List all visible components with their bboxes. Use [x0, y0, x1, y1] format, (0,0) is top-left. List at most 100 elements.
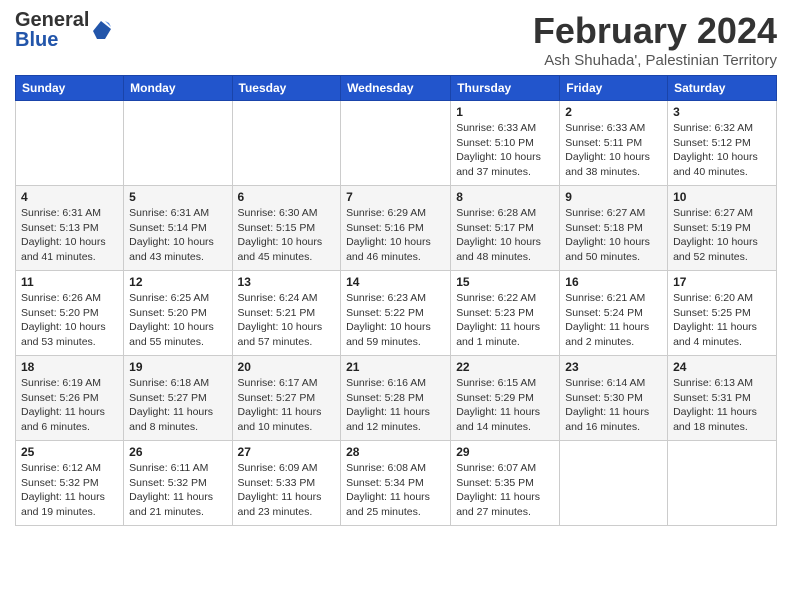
day-number: 10 [673, 190, 771, 204]
calendar-cell: 3 Sunrise: 6:32 AMSunset: 5:12 PMDaylight… [668, 101, 777, 186]
day-number: 2 [565, 105, 662, 119]
day-info: Sunrise: 6:17 AMSunset: 5:27 PMDaylight:… [238, 376, 336, 435]
calendar-cell: 17 Sunrise: 6:20 AMSunset: 5:25 PMDayligh… [668, 271, 777, 356]
calendar-cell: 1 Sunrise: 6:33 AMSunset: 5:10 PMDaylight… [451, 101, 560, 186]
day-info: Sunrise: 6:14 AMSunset: 5:30 PMDaylight:… [565, 376, 662, 435]
day-info: Sunrise: 6:19 AMSunset: 5:26 PMDaylight:… [21, 376, 118, 435]
day-number: 13 [238, 275, 336, 289]
day-info: Sunrise: 6:20 AMSunset: 5:25 PMDaylight:… [673, 291, 771, 350]
calendar-cell: 8 Sunrise: 6:28 AMSunset: 5:17 PMDaylight… [451, 186, 560, 271]
calendar-cell: 10 Sunrise: 6:27 AMSunset: 5:19 PMDayligh… [668, 186, 777, 271]
day-number: 9 [565, 190, 662, 204]
day-number: 25 [21, 445, 118, 459]
calendar-cell: 13 Sunrise: 6:24 AMSunset: 5:21 PMDayligh… [232, 271, 341, 356]
day-info: Sunrise: 6:27 AMSunset: 5:18 PMDaylight:… [565, 206, 662, 265]
day-number: 24 [673, 360, 771, 374]
day-info: Sunrise: 6:23 AMSunset: 5:22 PMDaylight:… [346, 291, 445, 350]
weekday-header-monday: Monday [124, 76, 232, 101]
day-number: 5 [129, 190, 226, 204]
calendar-cell: 14Sunrise: 6:23 AMSunset: 5:22 PMDayligh… [341, 271, 451, 356]
calendar-cell: 16 Sunrise: 6:21 AMSunset: 5:24 PMDayligh… [560, 271, 668, 356]
calendar-cell: 4 Sunrise: 6:31 AMSunset: 5:13 PMDaylight… [16, 186, 124, 271]
day-number: 3 [673, 105, 771, 119]
day-number: 18 [21, 360, 118, 374]
day-info: Sunrise: 6:26 AMSunset: 5:20 PMDaylight:… [21, 291, 118, 350]
calendar-cell: 11 Sunrise: 6:26 AMSunset: 5:20 PMDayligh… [16, 271, 124, 356]
calendar-cell [341, 101, 451, 186]
day-info: Sunrise: 6:08 AMSunset: 5:34 PMDaylight:… [346, 461, 445, 520]
day-number: 16 [565, 275, 662, 289]
logo-blue: Blue [15, 30, 89, 50]
day-info: Sunrise: 6:16 AMSunset: 5:28 PMDaylight:… [346, 376, 445, 435]
day-info: Sunrise: 6:28 AMSunset: 5:17 PMDaylight:… [456, 206, 554, 265]
weekday-header-friday: Friday [560, 76, 668, 101]
day-number: 17 [673, 275, 771, 289]
logo-general: General [15, 10, 89, 30]
day-number: 15 [456, 275, 554, 289]
day-info: Sunrise: 6:29 AMSunset: 5:16 PMDaylight:… [346, 206, 445, 265]
weekday-header-wednesday: Wednesday [341, 76, 451, 101]
day-number: 4 [21, 190, 118, 204]
day-info: Sunrise: 6:27 AMSunset: 5:19 PMDaylight:… [673, 206, 771, 265]
day-info: Sunrise: 6:31 AMSunset: 5:13 PMDaylight:… [21, 206, 118, 265]
day-info: Sunrise: 6:33 AMSunset: 5:10 PMDaylight:… [456, 121, 554, 180]
calendar-cell: 15 Sunrise: 6:22 AMSunset: 5:23 PMDayligh… [451, 271, 560, 356]
day-number: 7 [346, 190, 445, 204]
weekday-header-saturday: Saturday [668, 76, 777, 101]
day-info: Sunrise: 6:31 AMSunset: 5:14 PMDaylight:… [129, 206, 226, 265]
weekday-header-thursday: Thursday [451, 76, 560, 101]
calendar-table: SundayMondayTuesdayWednesdayThursdayFrid… [15, 75, 777, 526]
calendar-cell: 26 Sunrise: 6:11 AMSunset: 5:32 PMDayligh… [124, 441, 232, 526]
calendar-cell: 2 Sunrise: 6:33 AMSunset: 5:11 PMDaylight… [560, 101, 668, 186]
calendar-cell: 29 Sunrise: 6:07 AMSunset: 5:35 PMDayligh… [451, 441, 560, 526]
logo: General Blue [15, 10, 113, 50]
calendar-cell: 18 Sunrise: 6:19 AMSunset: 5:26 PMDayligh… [16, 356, 124, 441]
day-number: 23 [565, 360, 662, 374]
day-info: Sunrise: 6:24 AMSunset: 5:21 PMDaylight:… [238, 291, 336, 350]
day-info: Sunrise: 6:32 AMSunset: 5:12 PMDaylight:… [673, 121, 771, 180]
day-number: 20 [238, 360, 336, 374]
weekday-header-tuesday: Tuesday [232, 76, 341, 101]
calendar-cell: 7 Sunrise: 6:29 AMSunset: 5:16 PMDaylight… [341, 186, 451, 271]
day-info: Sunrise: 6:33 AMSunset: 5:11 PMDaylight:… [565, 121, 662, 180]
day-number: 27 [238, 445, 336, 459]
day-number: 11 [21, 275, 118, 289]
calendar-cell [668, 441, 777, 526]
calendar-cell: 25 Sunrise: 6:12 AMSunset: 5:32 PMDayligh… [16, 441, 124, 526]
day-info: Sunrise: 6:18 AMSunset: 5:27 PMDaylight:… [129, 376, 226, 435]
day-number: 26 [129, 445, 226, 459]
title-area: February 2024 Ash Shuhada', Palestinian … [533, 10, 777, 69]
calendar-cell: 27 Sunrise: 6:09 AMSunset: 5:33 PMDayligh… [232, 441, 341, 526]
calendar-cell [124, 101, 232, 186]
calendar-cell: 23 Sunrise: 6:14 AMSunset: 5:30 PMDayligh… [560, 356, 668, 441]
page-header: General Blue February 2024 Ash Shuhada',… [15, 10, 777, 69]
day-info: Sunrise: 6:12 AMSunset: 5:32 PMDaylight:… [21, 461, 118, 520]
calendar-cell: 9 Sunrise: 6:27 AMSunset: 5:18 PMDaylight… [560, 186, 668, 271]
calendar-cell: 6 Sunrise: 6:30 AMSunset: 5:15 PMDaylight… [232, 186, 341, 271]
calendar-cell [232, 101, 341, 186]
calendar-cell [560, 441, 668, 526]
day-info: Sunrise: 6:09 AMSunset: 5:33 PMDaylight:… [238, 461, 336, 520]
day-info: Sunrise: 6:25 AMSunset: 5:20 PMDaylight:… [129, 291, 226, 350]
logo-icon [91, 19, 113, 41]
weekday-header-sunday: Sunday [16, 76, 124, 101]
calendar-cell: 22Sunrise: 6:15 AMSunset: 5:29 PMDayligh… [451, 356, 560, 441]
day-number: 6 [238, 190, 336, 204]
day-number: 8 [456, 190, 554, 204]
calendar-cell: 19Sunrise: 6:18 AMSunset: 5:27 PMDayligh… [124, 356, 232, 441]
day-number: 22 [456, 360, 554, 374]
calendar-cell: 24Sunrise: 6:13 AMSunset: 5:31 PMDayligh… [668, 356, 777, 441]
day-info: Sunrise: 6:30 AMSunset: 5:15 PMDaylight:… [238, 206, 336, 265]
calendar-cell: 28Sunrise: 6:08 AMSunset: 5:34 PMDayligh… [341, 441, 451, 526]
day-info: Sunrise: 6:11 AMSunset: 5:32 PMDaylight:… [129, 461, 226, 520]
day-number: 29 [456, 445, 554, 459]
day-info: Sunrise: 6:22 AMSunset: 5:23 PMDaylight:… [456, 291, 554, 350]
day-number: 12 [129, 275, 226, 289]
day-number: 1 [456, 105, 554, 119]
calendar-cell: 20 Sunrise: 6:17 AMSunset: 5:27 PMDayligh… [232, 356, 341, 441]
day-info: Sunrise: 6:21 AMSunset: 5:24 PMDaylight:… [565, 291, 662, 350]
day-info: Sunrise: 6:07 AMSunset: 5:35 PMDaylight:… [456, 461, 554, 520]
calendar-cell [16, 101, 124, 186]
day-number: 21 [346, 360, 445, 374]
calendar-cell: 5 Sunrise: 6:31 AMSunset: 5:14 PMDaylight… [124, 186, 232, 271]
